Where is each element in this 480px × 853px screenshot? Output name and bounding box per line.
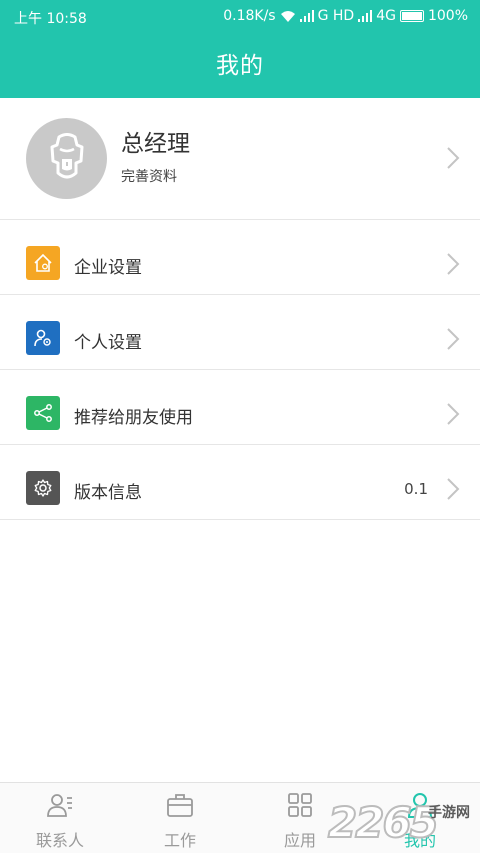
battery-icon bbox=[399, 10, 424, 22]
signal-icon bbox=[299, 10, 314, 22]
status-time: 上午 10:58 bbox=[14, 11, 87, 27]
avatar-placeholder-icon bbox=[50, 132, 83, 178]
tab-label: 工作 bbox=[163, 831, 196, 850]
menu-item-version-info[interactable]: 版本信息 0.1 bbox=[0, 445, 480, 520]
apps-grid-icon bbox=[288, 793, 312, 817]
menu-item-recommend-friends[interactable]: 推荐给朋友使用 bbox=[0, 370, 480, 445]
share-icon bbox=[26, 396, 60, 430]
tab-label: 联系人 bbox=[35, 831, 84, 850]
watermark-logo: 2265 手游网 bbox=[327, 797, 478, 848]
network-speed: 0.18K/s bbox=[223, 8, 276, 24]
profile-card[interactable]: 总经理 完善资料 bbox=[0, 98, 480, 220]
watermark-text: 手游网 bbox=[428, 805, 470, 821]
version-number: 0.1 bbox=[404, 480, 428, 498]
settings-menu: 企业设置 个人设置 推荐给朋友使用 版本信息 0.1 bbox=[0, 220, 480, 520]
title-bar: 我的 bbox=[0, 34, 480, 98]
profile-subtitle[interactable]: 完善资料 bbox=[121, 166, 177, 186]
tab-contacts[interactable]: 联系人 bbox=[0, 783, 120, 853]
contacts-icon bbox=[47, 794, 72, 817]
menu-item-label: 个人设置 bbox=[74, 333, 142, 353]
status-indicators: 0.18K/s G HD 4G 100% bbox=[223, 8, 468, 24]
battery-level: 100% bbox=[427, 8, 468, 24]
network-type: 4G bbox=[376, 8, 396, 24]
watermark-number: 2265 bbox=[327, 797, 440, 848]
signal-icon-2 bbox=[358, 10, 373, 22]
wifi-icon bbox=[280, 10, 296, 23]
home-gear-icon bbox=[26, 246, 60, 280]
status-bar: 上午 10:58 0.18K/s G HD 4G 100% bbox=[0, 0, 480, 34]
menu-item-label: 推荐给朋友使用 bbox=[74, 408, 193, 428]
briefcase-icon bbox=[167, 794, 193, 817]
avatar[interactable] bbox=[26, 118, 107, 199]
profile-name: 总经理 bbox=[121, 131, 190, 157]
menu-item-label: 版本信息 bbox=[74, 483, 142, 503]
tab-work[interactable]: 工作 bbox=[120, 783, 240, 853]
chevron-right-icon bbox=[447, 147, 460, 169]
menu-item-company-settings[interactable]: 企业设置 bbox=[0, 220, 480, 295]
menu-item-label: 企业设置 bbox=[74, 258, 142, 278]
page-title: 我的 bbox=[216, 53, 264, 79]
menu-item-personal-settings[interactable]: 个人设置 bbox=[0, 295, 480, 370]
signal-info: G HD bbox=[317, 8, 355, 24]
chevron-right-icon bbox=[447, 478, 460, 500]
gear-icon bbox=[26, 471, 60, 505]
chevron-right-icon bbox=[447, 328, 460, 350]
chevron-right-icon bbox=[447, 253, 460, 275]
chevron-right-icon bbox=[447, 403, 460, 425]
user-gear-icon bbox=[26, 321, 60, 355]
